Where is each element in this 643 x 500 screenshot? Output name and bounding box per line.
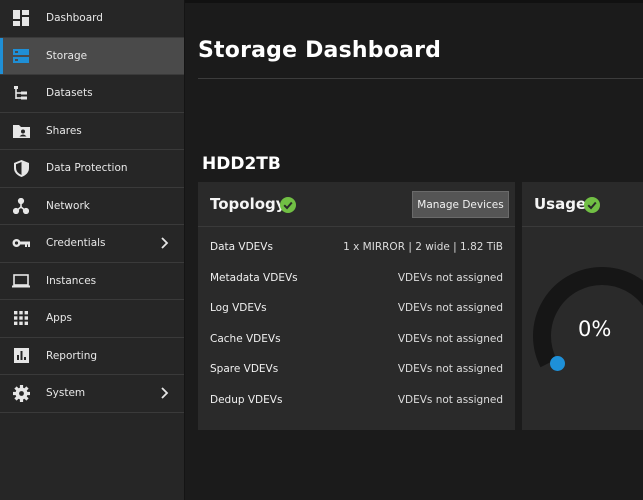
vdev-value: VDEVs not assigned <box>397 302 503 314</box>
key-icon <box>12 234 30 252</box>
vdev-row-metadata: Metadata VDEVs VDEVs not assigned <box>210 272 503 288</box>
vdev-label: Log VDEVs <box>210 302 267 314</box>
sidebar-item-label: Data Protection <box>46 162 128 175</box>
sidebar-item-apps[interactable]: Apps <box>0 300 184 338</box>
vdev-value: VDEVs not assigned <box>397 272 503 284</box>
vdev-row-data: Data VDEVs 1 x MIRROR | 2 wide | 1.82 Ti… <box>210 241 503 257</box>
vdev-row-spare: Spare VDEVs VDEVs not assigned <box>210 363 503 379</box>
vdev-row-log: Log VDEVs VDEVs not assigned <box>210 302 503 318</box>
usage-percent: 0% <box>578 317 612 341</box>
topology-title: Topology <box>210 195 286 213</box>
laptop-icon <box>12 272 30 290</box>
vdev-label: Spare VDEVs <box>210 363 279 375</box>
sidebar-item-storage[interactable]: Storage <box>0 37 184 75</box>
vdev-label: Dedup VDEVs <box>210 394 283 406</box>
sidebar-item-label: Instances <box>46 274 97 287</box>
dashboard-icon <box>12 9 30 27</box>
topology-card: Topology Manage Devices Data VDEVs 1 x M… <box>198 182 515 430</box>
shield-icon <box>12 159 30 177</box>
sidebar: Dashboard Storage Datasets Shares Data P… <box>0 0 185 500</box>
vdev-label: Cache VDEVs <box>210 333 281 345</box>
chevron-right-icon <box>161 387 169 399</box>
vdev-value: VDEVs not assigned <box>397 394 503 406</box>
datasets-icon <box>12 84 30 102</box>
sidebar-item-instances[interactable]: Instances <box>0 263 184 300</box>
check-circle-icon <box>280 197 296 213</box>
reporting-icon <box>12 347 30 365</box>
sidebar-item-label: Credentials <box>46 237 106 250</box>
vdev-value: 1 x MIRROR | 2 wide | 1.82 TiB <box>343 241 503 253</box>
sidebar-item-credentials[interactable]: Credentials <box>0 225 184 263</box>
sidebar-item-label: Reporting <box>46 349 98 362</box>
pool-name: HDD2TB <box>202 154 281 174</box>
sidebar-item-label: Storage <box>46 49 88 62</box>
check-circle-icon <box>584 197 600 213</box>
sidebar-item-datasets[interactable]: Datasets <box>0 75 184 113</box>
gauge-marker <box>550 356 565 371</box>
vdev-value: VDEVs not assigned <box>397 363 503 375</box>
usage-title: Usage <box>534 195 587 213</box>
sidebar-item-label: Apps <box>46 312 72 325</box>
usage-card-header: Usage <box>522 182 643 227</box>
sidebar-item-shares[interactable]: Shares <box>0 113 184 150</box>
sidebar-item-label: Shares <box>46 124 82 137</box>
manage-devices-button[interactable]: Manage Devices <box>412 191 509 218</box>
storage-icon <box>12 47 30 65</box>
vdev-value: VDEVs not assigned <box>397 333 503 345</box>
sidebar-item-label: Datasets <box>46 87 93 100</box>
top-bar <box>185 0 643 3</box>
gear-icon <box>12 384 30 402</box>
sidebar-item-label: Dashboard <box>46 12 103 25</box>
vdev-label: Data VDEVs <box>210 241 273 253</box>
divider <box>198 78 643 79</box>
apps-grid-icon <box>12 309 30 327</box>
usage-card: Usage 0% <box>522 182 643 430</box>
sidebar-item-data-protection[interactable]: Data Protection <box>0 150 184 188</box>
vdev-label: Metadata VDEVs <box>210 272 298 284</box>
page-title: Storage Dashboard <box>198 38 442 63</box>
shares-icon <box>12 122 30 140</box>
sidebar-item-system[interactable]: System <box>0 375 184 413</box>
network-icon <box>12 197 30 215</box>
sidebar-item-dashboard[interactable]: Dashboard <box>0 0 184 38</box>
chevron-right-icon <box>161 237 169 249</box>
sidebar-item-reporting[interactable]: Reporting <box>0 338 184 375</box>
sidebar-item-label: System <box>46 387 86 400</box>
vdev-row-dedup: Dedup VDEVs VDEVs not assigned <box>210 394 503 410</box>
sidebar-item-label: Network <box>46 199 90 212</box>
topology-card-header: Topology Manage Devices <box>198 182 515 227</box>
vdev-row-cache: Cache VDEVs VDEVs not assigned <box>210 333 503 349</box>
sidebar-item-network[interactable]: Network <box>0 188 184 225</box>
